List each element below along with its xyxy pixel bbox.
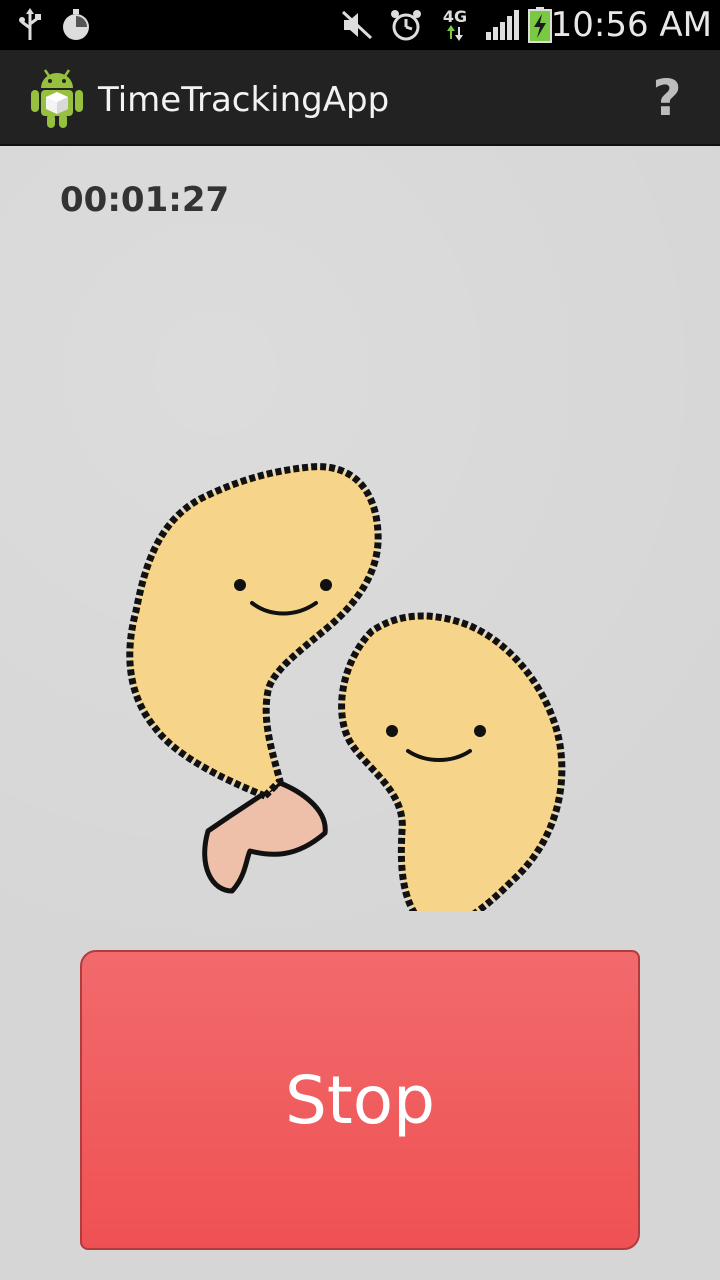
left-shrimp — [126, 463, 382, 894]
usb-icon — [16, 0, 44, 50]
mute-icon — [340, 0, 374, 50]
help-button[interactable]: ? — [644, 66, 690, 130]
stopwatch-icon — [58, 0, 94, 50]
app-title: TimeTrackingApp — [98, 80, 390, 120]
elapsed-time: 00:01:27 — [60, 180, 230, 220]
shrimp-tempura-illustration — [126, 463, 566, 911]
status-bar: 4G 10:56 AM — [0, 0, 720, 50]
alarm-icon — [388, 0, 424, 50]
network-4g-icon: 4G — [438, 0, 472, 50]
action-bar: TimeTrackingApp ? — [0, 50, 720, 146]
network-label: 4G — [442, 7, 468, 26]
main-content: 00:01:27 Stop — [0, 146, 720, 1280]
signal-icon — [484, 0, 522, 50]
right-shrimp — [338, 612, 566, 911]
stop-button[interactable]: Stop — [80, 950, 640, 1250]
status-time: 10:56 AM — [550, 5, 712, 45]
android-app-icon[interactable] — [28, 66, 86, 130]
